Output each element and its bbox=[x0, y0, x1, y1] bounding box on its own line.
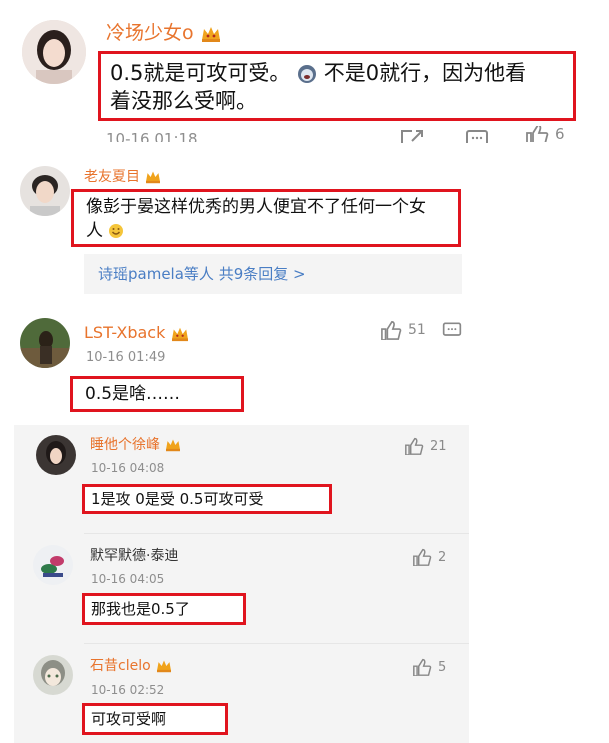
replies-link[interactable]: 诗瑶pamela等人 共9条回复 > bbox=[98, 264, 306, 284]
thumbs-up-icon bbox=[405, 437, 424, 455]
avatar-outdoor-icon bbox=[20, 318, 70, 368]
like-count: 21 bbox=[430, 438, 447, 454]
avatar[interactable] bbox=[33, 655, 73, 695]
like-count: 6 bbox=[555, 126, 565, 142]
comment-text-box: 0.5就是可攻可受。 不是0就行，因为他看 着没那么受啊。 bbox=[98, 51, 576, 121]
comment-text-box: 像彭于晏这样优秀的男人便宜不了任何一个女 人 bbox=[71, 189, 461, 247]
reply-time: 10-16 04:08 bbox=[91, 461, 165, 475]
avatar[interactable] bbox=[33, 545, 73, 585]
comment-text-part: 不是0就行，因为他看 bbox=[323, 61, 527, 85]
vip-crown-icon bbox=[201, 26, 220, 42]
replies-summary[interactable]: 诗瑶pamela等人 共9条回复 > bbox=[84, 254, 462, 294]
username-text[interactable]: 老友夏目 bbox=[84, 169, 140, 185]
share-icon[interactable] bbox=[400, 128, 424, 147]
reply-time: 10-16 04:05 bbox=[91, 572, 165, 586]
like-count: 2 bbox=[438, 549, 447, 565]
avatar-girl-icon bbox=[22, 20, 86, 84]
avatar-boy-icon bbox=[20, 166, 70, 216]
username[interactable]: 睡他个徐峰 bbox=[90, 435, 182, 455]
like-button[interactable]: 5 bbox=[412, 658, 446, 676]
thumbs-up-icon bbox=[413, 548, 432, 566]
reply-text: 可攻可受啊 bbox=[91, 710, 167, 728]
replies-count[interactable]: 共9条回复 bbox=[219, 265, 289, 283]
thumbs-up-icon bbox=[526, 126, 549, 142]
username[interactable]: LST-Xback bbox=[84, 322, 190, 344]
divider bbox=[84, 643, 469, 644]
username-text[interactable]: 默罕默德·泰迪 bbox=[90, 548, 178, 564]
username-text[interactable]: LST-Xback bbox=[84, 323, 165, 342]
reply-text: 那我也是0.5了 bbox=[91, 600, 190, 618]
comment-text-box: 0.5是啥…… bbox=[70, 376, 244, 412]
reply-text-box: 可攻可受啊 bbox=[82, 703, 228, 735]
avatar[interactable] bbox=[36, 435, 76, 475]
avatar[interactable] bbox=[20, 166, 70, 216]
thumbs-up-icon bbox=[413, 658, 432, 676]
comment-text-line: 像彭于晏这样优秀的男人便宜不了任何一个女 bbox=[86, 197, 426, 217]
vip-crown-icon bbox=[166, 439, 181, 452]
vip-crown-icon bbox=[172, 327, 189, 341]
like-count: 5 bbox=[438, 659, 447, 675]
comment-icon[interactable] bbox=[465, 128, 489, 147]
crying-face-icon bbox=[298, 65, 317, 83]
reply-text: 1是攻 0是受 0.5可攻可受 bbox=[91, 490, 264, 508]
comment-text-part: 0.5就是可攻可受。 bbox=[110, 61, 291, 85]
vip-crown-icon bbox=[157, 660, 172, 673]
avatar-anime-icon bbox=[33, 655, 73, 695]
reply-time: 10-16 02:52 bbox=[91, 683, 165, 697]
like-count: 51 bbox=[408, 322, 426, 338]
avatar[interactable] bbox=[20, 318, 70, 368]
replies-users[interactable]: 诗瑶pamela等人 bbox=[98, 265, 214, 283]
replies-panel bbox=[14, 425, 469, 743]
avatar-girl-icon bbox=[36, 435, 76, 475]
comment-text-line: 0.5就是可攻可受。 不是0就行，因为他看 bbox=[110, 59, 564, 87]
comment-time: 10-16 01:49 bbox=[86, 350, 166, 365]
chevron-right-icon: > bbox=[293, 265, 306, 283]
comment-text-line: 着没那么受啊。 bbox=[110, 89, 257, 113]
reply-text-box: 那我也是0.5了 bbox=[82, 593, 246, 625]
vip-crown-icon bbox=[146, 171, 161, 184]
username[interactable]: 石昔clelo bbox=[90, 656, 173, 676]
like-button[interactable]: 6 bbox=[525, 126, 565, 142]
like-button[interactable]: 51 bbox=[380, 320, 426, 340]
comment-icon[interactable] bbox=[442, 321, 462, 343]
reply-text-box: 1是攻 0是受 0.5可攻可受 bbox=[82, 484, 332, 514]
username[interactable]: 老友夏目 bbox=[84, 167, 162, 187]
username[interactable]: 默罕默德·泰迪 bbox=[90, 546, 178, 566]
comment-time: 10-16 01:18 bbox=[106, 130, 198, 142]
comment-text-line: 人 bbox=[86, 219, 446, 243]
like-button[interactable]: 2 bbox=[412, 548, 446, 566]
smile-face-icon bbox=[109, 224, 124, 238]
avatar-plant-icon bbox=[33, 545, 73, 585]
avatar[interactable] bbox=[22, 20, 86, 84]
comment-text-line: 0.5是啥…… bbox=[85, 384, 181, 404]
username[interactable]: 冷场少女o bbox=[106, 20, 222, 46]
username-text[interactable]: 石昔clelo bbox=[90, 658, 151, 674]
comment-text-part: 人 bbox=[86, 221, 103, 241]
username-text[interactable]: 冷场少女o bbox=[106, 22, 194, 44]
divider bbox=[84, 533, 469, 534]
thumbs-up-icon bbox=[381, 320, 402, 340]
like-button[interactable]: 21 bbox=[404, 437, 447, 455]
username-text[interactable]: 睡他个徐峰 bbox=[90, 437, 160, 453]
